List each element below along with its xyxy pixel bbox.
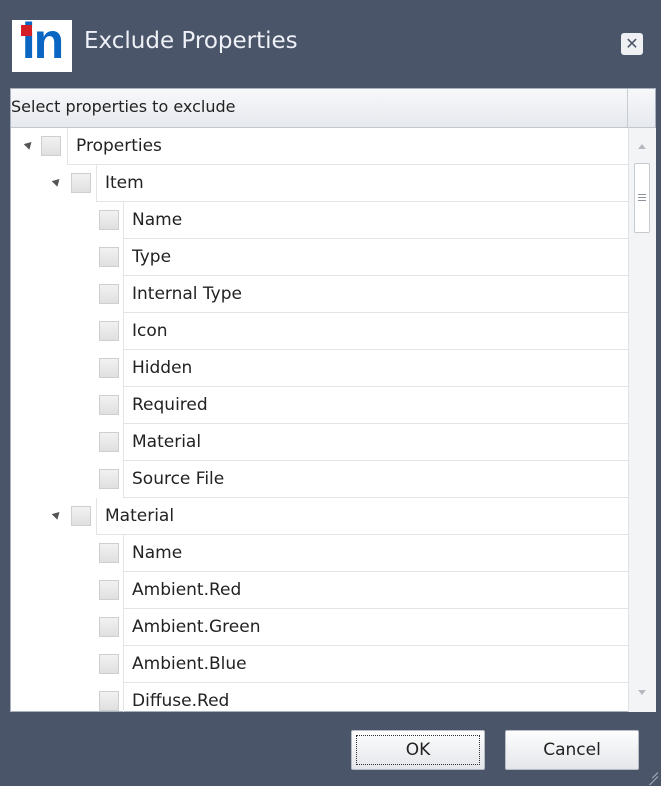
column-separator	[627, 89, 628, 127]
tree-label: Properties	[67, 128, 628, 165]
checkbox[interactable]	[99, 432, 119, 452]
logo-dot	[21, 25, 32, 36]
tree-row-item-name[interactable]: Name	[11, 202, 628, 239]
checkbox[interactable]	[99, 321, 119, 341]
logo-text: in	[21, 13, 64, 69]
tree-row-ambient-red[interactable]: Ambient.Red	[11, 572, 628, 609]
tree-label: Item	[96, 165, 628, 202]
tree-row-item[interactable]: Item	[11, 165, 628, 202]
tree-label: Diffuse.Red	[123, 683, 628, 712]
tree-label: Icon	[123, 313, 628, 350]
app-logo: in	[12, 13, 72, 72]
checkbox[interactable]	[99, 247, 119, 267]
cancel-button-label: Cancel	[543, 740, 601, 760]
checkbox[interactable]	[71, 173, 91, 193]
checkbox[interactable]	[99, 580, 119, 600]
column-header[interactable]: Select properties to exclude	[11, 89, 655, 128]
tree-label: Type	[123, 239, 628, 276]
tree-label: Hidden	[123, 350, 628, 387]
cancel-button[interactable]: Cancel	[505, 730, 639, 770]
tree-row-diffuse-red[interactable]: Diffuse.Red	[11, 683, 628, 712]
dialog-footer: OK Cancel	[0, 712, 661, 786]
scroll-down-arrow-icon[interactable]	[638, 690, 646, 695]
ok-button[interactable]: OK	[351, 730, 485, 770]
grip-line	[638, 194, 646, 195]
tree-label: Ambient.Blue	[123, 646, 628, 683]
properties-panel: Select properties to exclude Properties …	[10, 88, 656, 712]
tree-row-item-internal-type[interactable]: Internal Type	[11, 276, 628, 313]
checkbox[interactable]	[41, 136, 61, 156]
expand-arrow-icon[interactable]	[51, 176, 63, 187]
checkbox[interactable]	[99, 284, 119, 304]
tree-row-ambient-blue[interactable]: Ambient.Blue	[11, 646, 628, 683]
checkbox[interactable]	[99, 358, 119, 378]
tree-label: Ambient.Red	[123, 572, 628, 609]
scroll-up-arrow-icon[interactable]	[638, 144, 646, 149]
exclude-properties-dialog: in Exclude Properties ✕ Select propertie…	[0, 0, 661, 786]
tree-label: Material	[123, 424, 628, 461]
property-tree: Properties Item Name Type Internal Type	[11, 128, 628, 712]
tree-row-material[interactable]: Material	[11, 498, 628, 535]
tree-label: Material	[96, 498, 628, 535]
checkbox[interactable]	[99, 543, 119, 563]
checkbox[interactable]	[99, 210, 119, 230]
tree-label: Required	[123, 387, 628, 424]
tree-label: Ambient.Green	[123, 609, 628, 646]
tree-label: Source File	[123, 461, 628, 498]
checkbox[interactable]	[99, 395, 119, 415]
tree-row-item-icon[interactable]: Icon	[11, 313, 628, 350]
tree-row-item-hidden[interactable]: Hidden	[11, 350, 628, 387]
tree-row-item-type[interactable]: Type	[11, 239, 628, 276]
dialog-title: Exclude Properties	[84, 28, 298, 54]
checkbox[interactable]	[99, 691, 119, 711]
tree-label: Internal Type	[123, 276, 628, 313]
scroll-thumb[interactable]	[634, 163, 650, 233]
close-button[interactable]: ✕	[621, 33, 643, 55]
title-bar[interactable]: in Exclude Properties ✕	[0, 0, 661, 88]
checkbox[interactable]	[71, 506, 91, 526]
tree-label: Name	[123, 202, 628, 239]
tree-row-material-name[interactable]: Name	[11, 535, 628, 572]
grip-line	[638, 200, 646, 201]
checkbox[interactable]	[99, 469, 119, 489]
checkbox[interactable]	[99, 617, 119, 637]
tree-label: Name	[123, 535, 628, 572]
tree-row-item-material[interactable]: Material	[11, 424, 628, 461]
expand-arrow-icon[interactable]	[23, 139, 35, 150]
expand-arrow-icon[interactable]	[51, 509, 63, 520]
tree-row-item-required[interactable]: Required	[11, 387, 628, 424]
tree-row-ambient-green[interactable]: Ambient.Green	[11, 609, 628, 646]
resize-grip-icon[interactable]	[646, 768, 659, 786]
tree-row-properties[interactable]: Properties	[11, 128, 628, 165]
tree-row-item-source-file[interactable]: Source File	[11, 461, 628, 498]
vertical-scrollbar[interactable]	[628, 128, 656, 712]
checkbox[interactable]	[99, 654, 119, 674]
column-header-label: Select properties to exclude	[11, 97, 236, 116]
focus-rectangle	[356, 735, 480, 765]
grip-line	[638, 197, 646, 198]
